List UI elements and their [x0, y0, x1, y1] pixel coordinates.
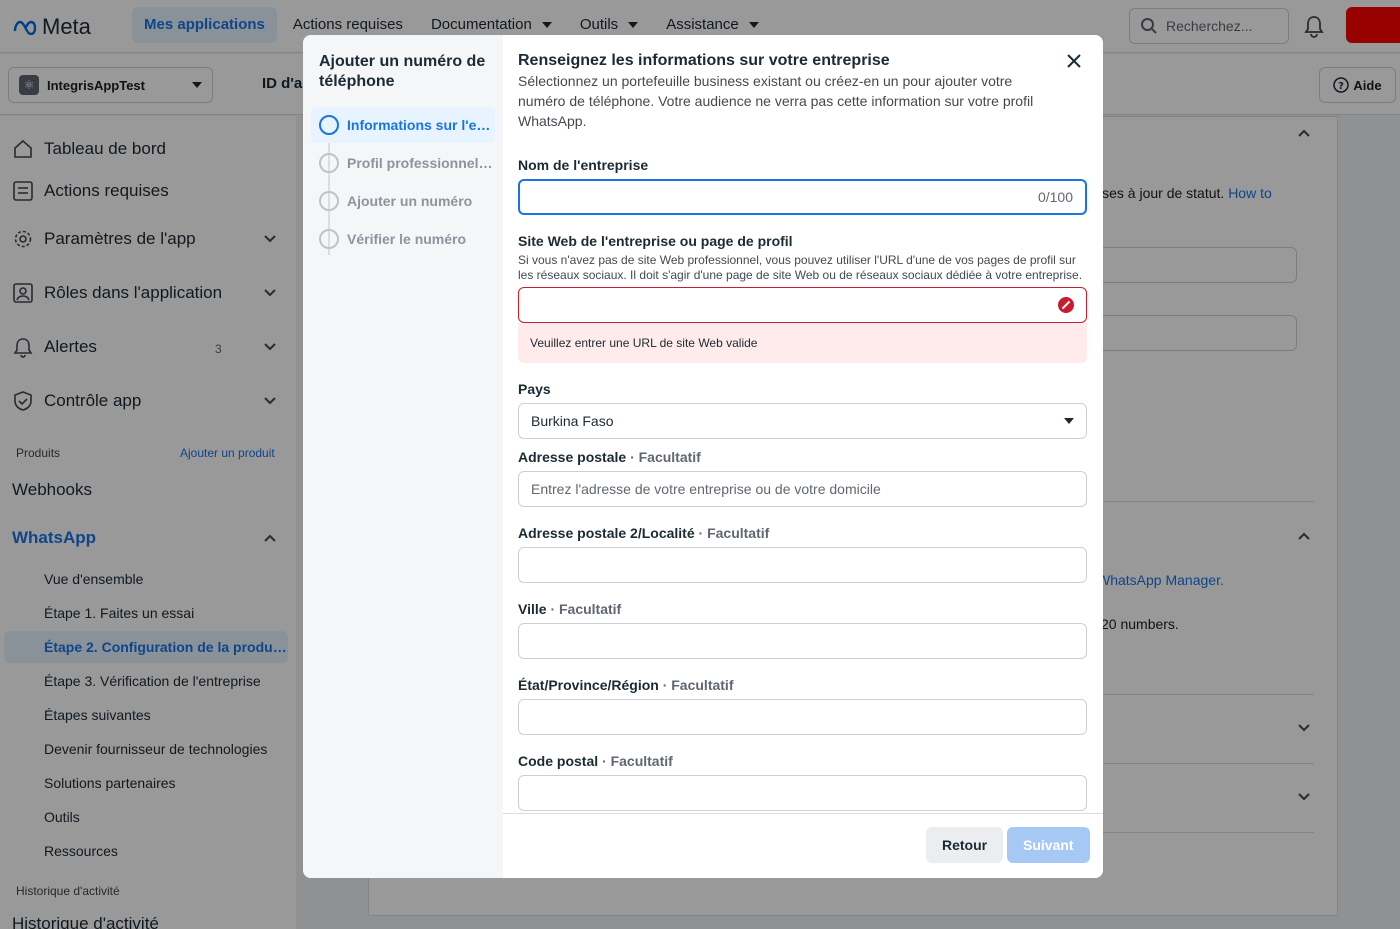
optional-tag: · Facultatif	[698, 525, 770, 541]
wizard-title: Ajouter un numéro de téléphone	[319, 53, 486, 90]
step-circle-icon	[319, 153, 339, 173]
step-label: Informations sur l'entreprise	[347, 117, 495, 133]
step-whatsapp-profile: Profil professionnel WhatsApp	[311, 145, 495, 181]
error-icon	[1058, 297, 1074, 313]
zip-label-text: Code postal	[518, 753, 599, 769]
optional-tag: · Facultatif	[550, 601, 622, 617]
address2-label: Adresse postale 2/Localité · Facultatif	[518, 525, 769, 541]
address-input[interactable]: Entrez l'adresse de votre entreprise ou …	[518, 471, 1087, 507]
state-input[interactable]	[518, 699, 1087, 735]
optional-tag: · Facultatif	[662, 677, 734, 693]
add-phone-number-dialog: Ajouter un numéro de téléphone Informati…	[303, 35, 1103, 878]
step-circle-icon	[319, 229, 339, 249]
step-verify-number: Vérifier le numéro	[311, 221, 495, 257]
website-help-text: Si vous n'avez pas de site Web professio…	[518, 253, 1083, 282]
char-counter: 0/100	[1037, 189, 1073, 205]
country-value: Burkina Faso	[531, 413, 614, 429]
address-label: Adresse postale · Facultatif	[518, 449, 701, 465]
next-button[interactable]: Suivant	[1007, 827, 1090, 863]
website-label: Site Web de l'entreprise ou page de prof…	[518, 233, 793, 249]
business-name-input[interactable]: 0/100	[518, 179, 1087, 215]
step-circle-icon	[319, 115, 339, 135]
business-name-label: Nom de l'entreprise	[518, 157, 649, 173]
address2-input[interactable]	[518, 547, 1087, 583]
country-label: Pays	[518, 381, 551, 397]
step-label: Profil professionnel WhatsApp	[347, 155, 495, 171]
city-label-text: Ville	[518, 601, 547, 617]
step-business-info[interactable]: Informations sur l'entreprise	[311, 107, 495, 143]
business-info-form: Renseignez les informations sur votre en…	[503, 35, 1103, 878]
dialog-footer: Retour Suivant	[503, 813, 1103, 878]
country-select[interactable]: Burkina Faso	[518, 403, 1087, 439]
address-label-text: Adresse postale	[518, 449, 627, 465]
zip-label: Code postal · Facultatif	[518, 753, 673, 769]
form-description: Sélectionnez un portefeuille business ex…	[518, 73, 1034, 129]
city-label: Ville · Facultatif	[518, 601, 621, 617]
city-input[interactable]	[518, 623, 1087, 659]
optional-tag: · Facultatif	[630, 449, 701, 465]
optional-tag: · Facultatif	[602, 753, 673, 769]
back-button[interactable]: Retour	[926, 827, 1004, 863]
wizard-steps-panel: Ajouter un numéro de téléphone Informati…	[303, 35, 503, 878]
step-circle-icon	[319, 191, 339, 211]
close-icon[interactable]	[1064, 51, 1084, 71]
address2-label-text: Adresse postale 2/Localité	[518, 525, 695, 541]
website-input[interactable]	[518, 287, 1087, 323]
step-add-number: Ajouter un numéro	[311, 183, 495, 219]
state-label-text: État/Province/Région	[518, 677, 659, 693]
zip-input[interactable]	[518, 775, 1087, 811]
step-label: Ajouter un numéro	[347, 193, 473, 209]
website-error-message: Veuillez entrer une URL de site Web vali…	[518, 323, 1087, 363]
state-label: État/Province/Région · Facultatif	[518, 677, 733, 693]
step-label: Vérifier le numéro	[347, 231, 467, 247]
caret-down-icon	[1064, 418, 1074, 424]
address-placeholder: Entrez l'adresse de votre entreprise ou …	[531, 481, 881, 497]
form-title: Renseignez les informations sur votre en…	[518, 52, 890, 69]
